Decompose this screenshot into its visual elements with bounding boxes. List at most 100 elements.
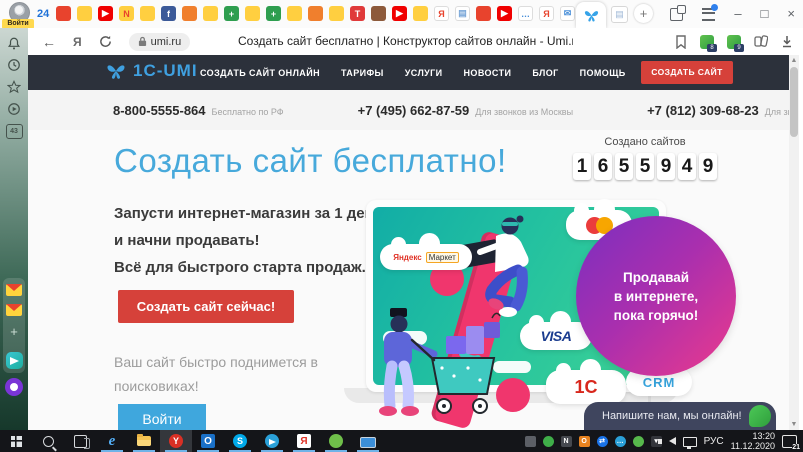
nx-tray-icon[interactable]: N (560, 435, 572, 447)
device-taskbar-icon[interactable] (352, 430, 384, 452)
coin-tab[interactable] (77, 6, 92, 21)
outlook-taskbar-icon[interactable]: O (192, 430, 224, 452)
page-title[interactable]: Создать сайт бесплатно | Конструктор сай… (238, 28, 573, 55)
hidden-icons-tray[interactable] (524, 435, 536, 447)
scrollbar-thumb[interactable] (790, 67, 798, 137)
edge-taskbar-icon[interactable]: e (96, 430, 128, 452)
nav-item[interactable]: НОВОСТИ (464, 68, 512, 78)
nav-item[interactable]: БЛОГ (532, 68, 558, 78)
start-taskbar-icon[interactable] (0, 430, 32, 452)
phone-number[interactable]: 8-800-5555-864 Бесплатно по РФ (113, 103, 284, 118)
outlook-tray-icon[interactable]: O (578, 435, 590, 447)
facebook-tab[interactable]: f (161, 6, 176, 21)
messenger-icon[interactable] (0, 352, 28, 369)
chat-widget[interactable]: Напишите нам, мы онлайн! (584, 402, 776, 430)
antivirus-tray-icon[interactable] (542, 435, 554, 447)
doc-tab[interactable]: ▤ (455, 6, 470, 21)
yandex-taskbar-icon[interactable]: Я (288, 430, 320, 452)
bookmarks-star-icon[interactable] (0, 80, 28, 94)
inactive-doc-tab[interactable]: ▤ (611, 6, 628, 23)
volume-icon[interactable] (657, 437, 676, 445)
history-clock-icon[interactable] (0, 58, 28, 72)
collections-icon[interactable] (754, 35, 768, 48)
promo-bubble: Продавай в интернете, пока горячо! (576, 216, 736, 376)
browser-menu-icon[interactable] (702, 3, 719, 21)
android-app-taskbar-icon[interactable] (320, 430, 352, 452)
phone-bar: 8-800-5555-864 Бесплатно по РФ +7 (495) 66… (28, 90, 803, 130)
mail-icon[interactable] (0, 304, 28, 316)
side-panel-icon[interactable] (670, 4, 687, 21)
coin-tab[interactable] (140, 6, 155, 21)
tableau-icon[interactable]: 43 (0, 124, 28, 139)
yandex-browser-taskbar-icon[interactable]: Y (160, 430, 192, 452)
pharmacy-tab[interactable]: + (224, 6, 239, 21)
coin-tab[interactable] (203, 6, 218, 21)
red-tab[interactable] (476, 6, 491, 21)
nav-item[interactable]: СОЗДАТЬ САЙТ ОНЛАЙН (200, 68, 320, 78)
back-button[interactable]: ← (42, 34, 56, 50)
video-play-icon[interactable] (0, 102, 28, 116)
mail-icon[interactable] (0, 284, 28, 296)
scroll-up-arrow[interactable]: ▲ (789, 55, 799, 66)
search-taskbar-icon[interactable] (32, 430, 64, 452)
phone-number[interactable]: +7 (495) 662-87-59 Для звонков из Москвы (358, 103, 573, 118)
extension-icon-2[interactable]: 9 (727, 34, 744, 52)
youtube-tab[interactable]: ▶ (98, 6, 113, 21)
nav-item[interactable]: УСЛУГИ (405, 68, 443, 78)
extension-badge: 9 (734, 43, 744, 52)
task-view-taskbar-icon[interactable] (64, 430, 96, 452)
active-tab-umi[interactable] (576, 2, 606, 28)
add-panel-button[interactable]: + (0, 324, 28, 339)
alice-assistant-icon[interactable] (0, 378, 28, 396)
youtube-tab[interactable]: ▶ (392, 6, 407, 21)
coin-tab[interactable] (329, 6, 344, 21)
address-bar[interactable]: umi.ru (128, 32, 191, 51)
notifications-bell-icon[interactable] (0, 36, 28, 51)
explorer-taskbar-icon[interactable] (128, 430, 160, 452)
chat-tab[interactable]: … (518, 6, 533, 21)
network-icon[interactable] (682, 436, 697, 449)
nav-item[interactable]: ПОМОЩЬ (580, 68, 626, 78)
mail-tab[interactable]: ✉ (560, 6, 575, 21)
close-button[interactable]: × (787, 0, 795, 28)
site-logo[interactable]: 1C-UMI (104, 60, 198, 82)
bookmark-icon[interactable] (675, 34, 687, 49)
shop-tab[interactable] (308, 6, 323, 21)
shop-tab[interactable] (56, 6, 71, 21)
pharmacy-tab[interactable]: + (266, 6, 281, 21)
yandex-tab[interactable]: Я (434, 6, 449, 21)
create-site-now-button[interactable]: Создать сайт сейчас! (118, 290, 294, 323)
download-icon[interactable] (781, 35, 793, 48)
counter-label: Создано сайтов (604, 136, 686, 148)
language-indicator[interactable]: РУС (704, 436, 724, 447)
skype-taskbar-icon[interactable]: S (224, 430, 256, 452)
minimize-button[interactable]: – (734, 0, 741, 28)
nav-item[interactable]: ТАРИФЫ (341, 68, 384, 78)
shop-tab[interactable] (182, 6, 197, 21)
windows-taskbar: eYOSЯ N O ⇄ … ▾ РУС 13:20 11.12.2020 21 (0, 430, 803, 452)
chat-tray-icon[interactable]: … (614, 435, 626, 447)
coin-tab[interactable] (287, 6, 302, 21)
teamviewer-tray-icon[interactable]: ⇄ (596, 435, 608, 447)
page-scrollbar[interactable]: ▲ ▼ (789, 55, 799, 430)
maximize-button[interactable]: □ (761, 0, 769, 28)
coin-tab[interactable] (413, 6, 428, 21)
refresh-icon[interactable] (99, 35, 112, 48)
kinopoisk-tab[interactable]: N (119, 6, 134, 21)
create-site-nav-button[interactable]: СОЗДАТЬ САЙТ (641, 61, 733, 84)
mail-tab[interactable] (371, 6, 386, 21)
action-center-icon[interactable]: 21 (782, 434, 800, 451)
user-status-tray-icon[interactable] (632, 435, 644, 447)
telegram-taskbar-icon[interactable] (256, 430, 288, 452)
t-tab[interactable]: T (350, 6, 365, 21)
youtube-tab[interactable]: ▶ (497, 6, 512, 21)
login-button[interactable]: Войти (118, 404, 206, 430)
taskbar-clock[interactable]: 13:20 11.12.2020 (731, 431, 775, 451)
new-tab-button[interactable]: + (634, 4, 653, 23)
scroll-down-arrow[interactable]: ▼ (789, 419, 799, 430)
extension-icon-1[interactable]: 8 (700, 34, 717, 52)
phone-number[interactable]: +7 (812) 309-68-23Для звонков из Санкт-П… (647, 103, 803, 118)
yandex-tab[interactable]: Я (539, 6, 554, 21)
coin-tab[interactable] (245, 6, 260, 21)
yandex-search-icon[interactable]: Я (73, 35, 82, 49)
